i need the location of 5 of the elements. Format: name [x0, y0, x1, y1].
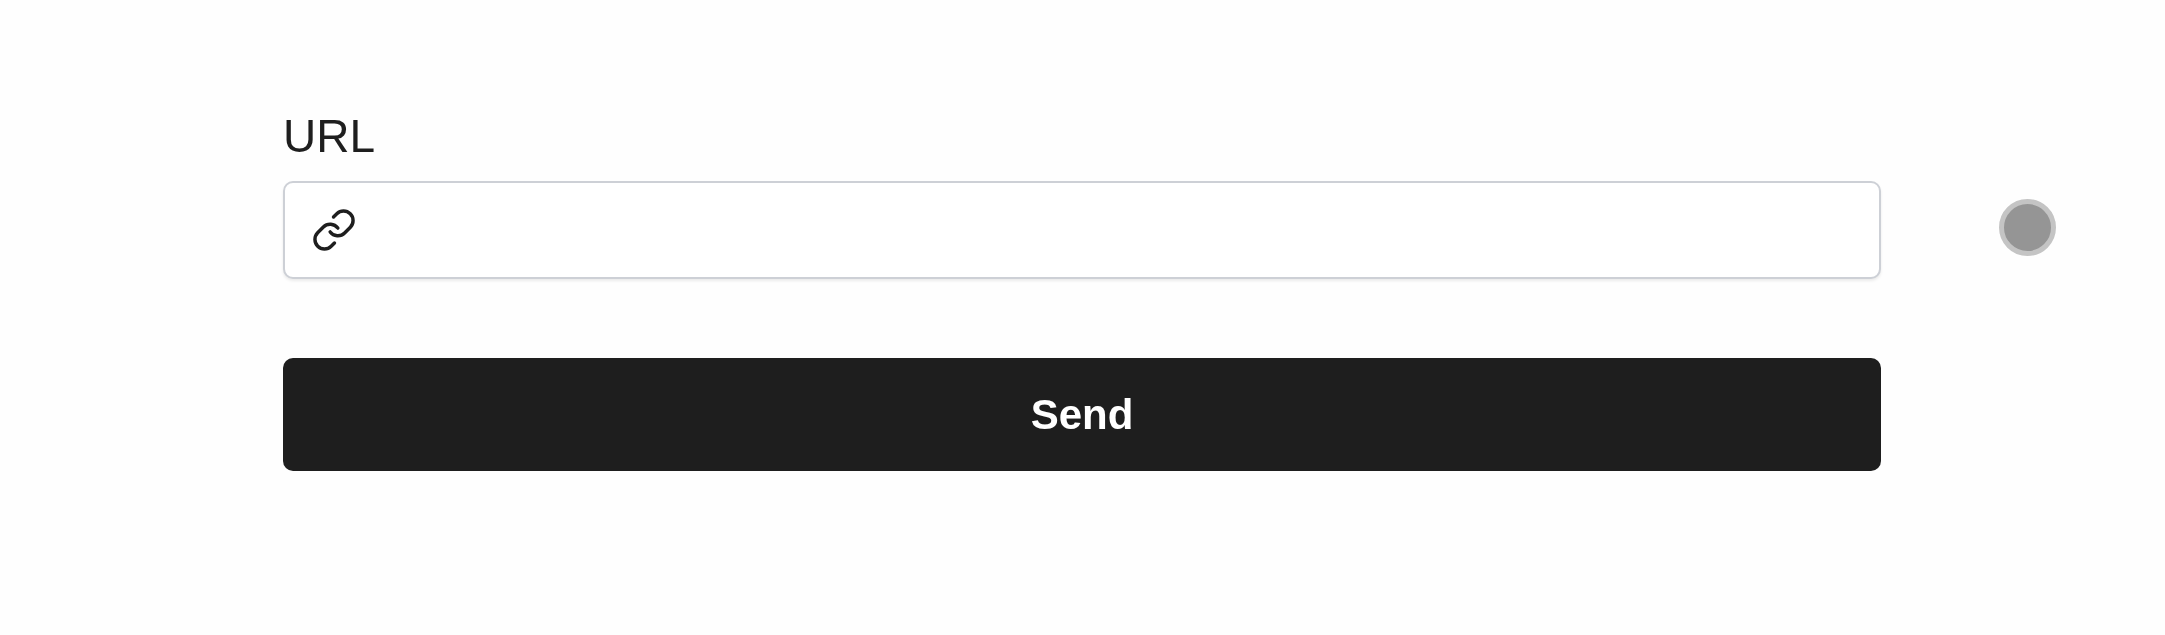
url-label: URL [283, 109, 376, 164]
send-button[interactable]: Send [283, 358, 1881, 471]
status-dot [1999, 199, 2056, 256]
link-icon [311, 207, 357, 253]
url-field[interactable] [283, 181, 1881, 279]
